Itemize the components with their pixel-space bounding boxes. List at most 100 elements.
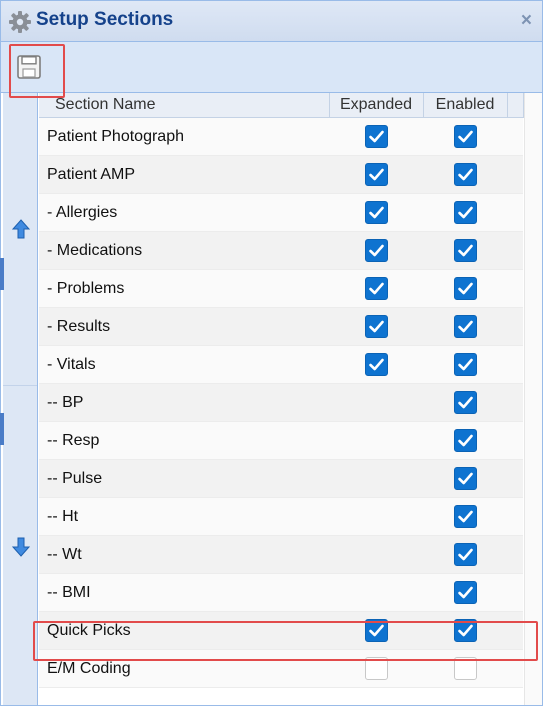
enabled-checkbox[interactable] <box>453 315 477 338</box>
enabled-cell <box>423 421 507 460</box>
spacer-cell <box>507 383 523 422</box>
spacer-cell <box>507 193 523 232</box>
checkmark-icon <box>457 282 473 295</box>
table-row[interactable]: - Medications <box>39 231 523 270</box>
checkmark-icon <box>457 130 473 143</box>
dialog-title: Setup Sections <box>36 9 174 30</box>
enabled-checkbox[interactable] <box>453 505 477 528</box>
table-row[interactable]: -- BP <box>39 383 523 422</box>
expanded-cell <box>329 269 423 308</box>
section-name-cell: -- BP <box>39 383 329 422</box>
expanded-cell <box>329 459 423 498</box>
enabled-cell <box>423 193 507 232</box>
expanded-cell <box>329 573 423 612</box>
expanded-cell <box>329 117 423 156</box>
section-name-cell: Patient Photograph <box>39 117 329 156</box>
column-header-expanded[interactable]: Expanded <box>329 93 424 118</box>
spacer-cell <box>507 231 523 270</box>
expanded-checkbox[interactable] <box>364 125 388 148</box>
dialog-toolbar <box>1 42 542 93</box>
table-row[interactable]: -- Pulse <box>39 459 523 498</box>
grid-header-row: Section Name Expanded Enabled <box>39 93 524 118</box>
spacer-cell <box>507 117 523 156</box>
spacer-cell <box>507 421 523 460</box>
expanded-checkbox[interactable] <box>364 239 388 262</box>
move-down-arrow-icon[interactable] <box>11 537 31 557</box>
section-name-cell: - Results <box>39 307 329 346</box>
enabled-cell <box>423 269 507 308</box>
enabled-cell <box>423 535 507 574</box>
spacer-cell <box>507 497 523 536</box>
table-row[interactable]: -- Resp <box>39 421 523 460</box>
table-row[interactable]: -- BMI <box>39 573 523 612</box>
section-name-cell: - Medications <box>39 231 329 270</box>
table-row[interactable]: - Results <box>39 307 523 346</box>
enabled-cell <box>423 231 507 270</box>
checkmark-icon <box>368 206 384 219</box>
checkmark-icon <box>457 396 473 409</box>
close-icon[interactable]: × <box>521 10 532 32</box>
enabled-cell <box>423 117 507 156</box>
gear-icon <box>9 11 31 33</box>
enabled-checkbox[interactable] <box>453 277 477 300</box>
expanded-checkbox[interactable] <box>364 315 388 338</box>
dialog-titlebar: Setup Sections × <box>1 1 542 42</box>
column-header-enabled[interactable]: Enabled <box>423 93 508 118</box>
expanded-checkbox[interactable] <box>364 201 388 224</box>
enabled-checkbox[interactable] <box>453 125 477 148</box>
checkmark-icon <box>368 244 384 257</box>
expanded-checkbox[interactable] <box>364 277 388 300</box>
checkmark-icon <box>368 358 384 371</box>
expanded-cell <box>329 421 423 460</box>
section-name-cell: -- Resp <box>39 421 329 460</box>
table-row[interactable]: -- Wt <box>39 535 523 574</box>
background-tab-edge <box>0 413 4 445</box>
expanded-cell <box>329 497 423 536</box>
grid-scrollbar[interactable] <box>524 93 542 705</box>
section-name-cell: -- Wt <box>39 535 329 574</box>
setup-sections-dialog: Setup Sections × Section Name Expanded E… <box>0 0 543 706</box>
enabled-checkbox[interactable] <box>453 239 477 262</box>
table-row[interactable]: - Vitals <box>39 345 523 384</box>
enabled-checkbox[interactable] <box>453 581 477 604</box>
checkmark-icon <box>457 320 473 333</box>
table-row[interactable]: Patient AMP <box>39 155 523 194</box>
enabled-cell <box>423 573 507 612</box>
enabled-cell <box>423 383 507 422</box>
expanded-cell <box>329 307 423 346</box>
spacer-cell <box>507 459 523 498</box>
section-name-cell: - Allergies <box>39 193 329 232</box>
checkmark-icon <box>457 168 473 181</box>
expanded-checkbox[interactable] <box>364 353 388 376</box>
enabled-checkbox[interactable] <box>453 163 477 186</box>
section-name-cell: - Vitals <box>39 345 329 384</box>
table-row[interactable]: - Allergies <box>39 193 523 232</box>
enabled-checkbox[interactable] <box>453 391 477 414</box>
background-tab-edge <box>0 258 4 290</box>
expanded-checkbox[interactable] <box>364 163 388 186</box>
table-row[interactable]: - Problems <box>39 269 523 308</box>
expanded-cell <box>329 155 423 194</box>
checkmark-icon <box>457 244 473 257</box>
column-header-spacer <box>507 93 524 118</box>
save-button-highlight <box>9 44 65 98</box>
enabled-checkbox[interactable] <box>453 201 477 224</box>
expanded-cell <box>329 231 423 270</box>
enabled-checkbox[interactable] <box>453 429 477 452</box>
enabled-checkbox[interactable] <box>453 467 477 490</box>
checkmark-icon <box>457 586 473 599</box>
checkmark-icon <box>457 548 473 561</box>
checkmark-icon <box>457 510 473 523</box>
table-row[interactable]: Patient Photograph <box>39 117 523 156</box>
enabled-checkbox[interactable] <box>453 543 477 566</box>
move-up-arrow-icon[interactable] <box>11 219 31 239</box>
expanded-cell <box>329 383 423 422</box>
table-row[interactable]: -- Ht <box>39 497 523 536</box>
spacer-cell <box>507 573 523 612</box>
section-name-cell: Patient AMP <box>39 155 329 194</box>
enabled-checkbox[interactable] <box>453 353 477 376</box>
column-header-section-name[interactable]: Section Name <box>39 93 330 118</box>
section-name-cell: -- Pulse <box>39 459 329 498</box>
sidebar-divider <box>3 385 38 386</box>
sidebar-edge <box>37 93 38 705</box>
